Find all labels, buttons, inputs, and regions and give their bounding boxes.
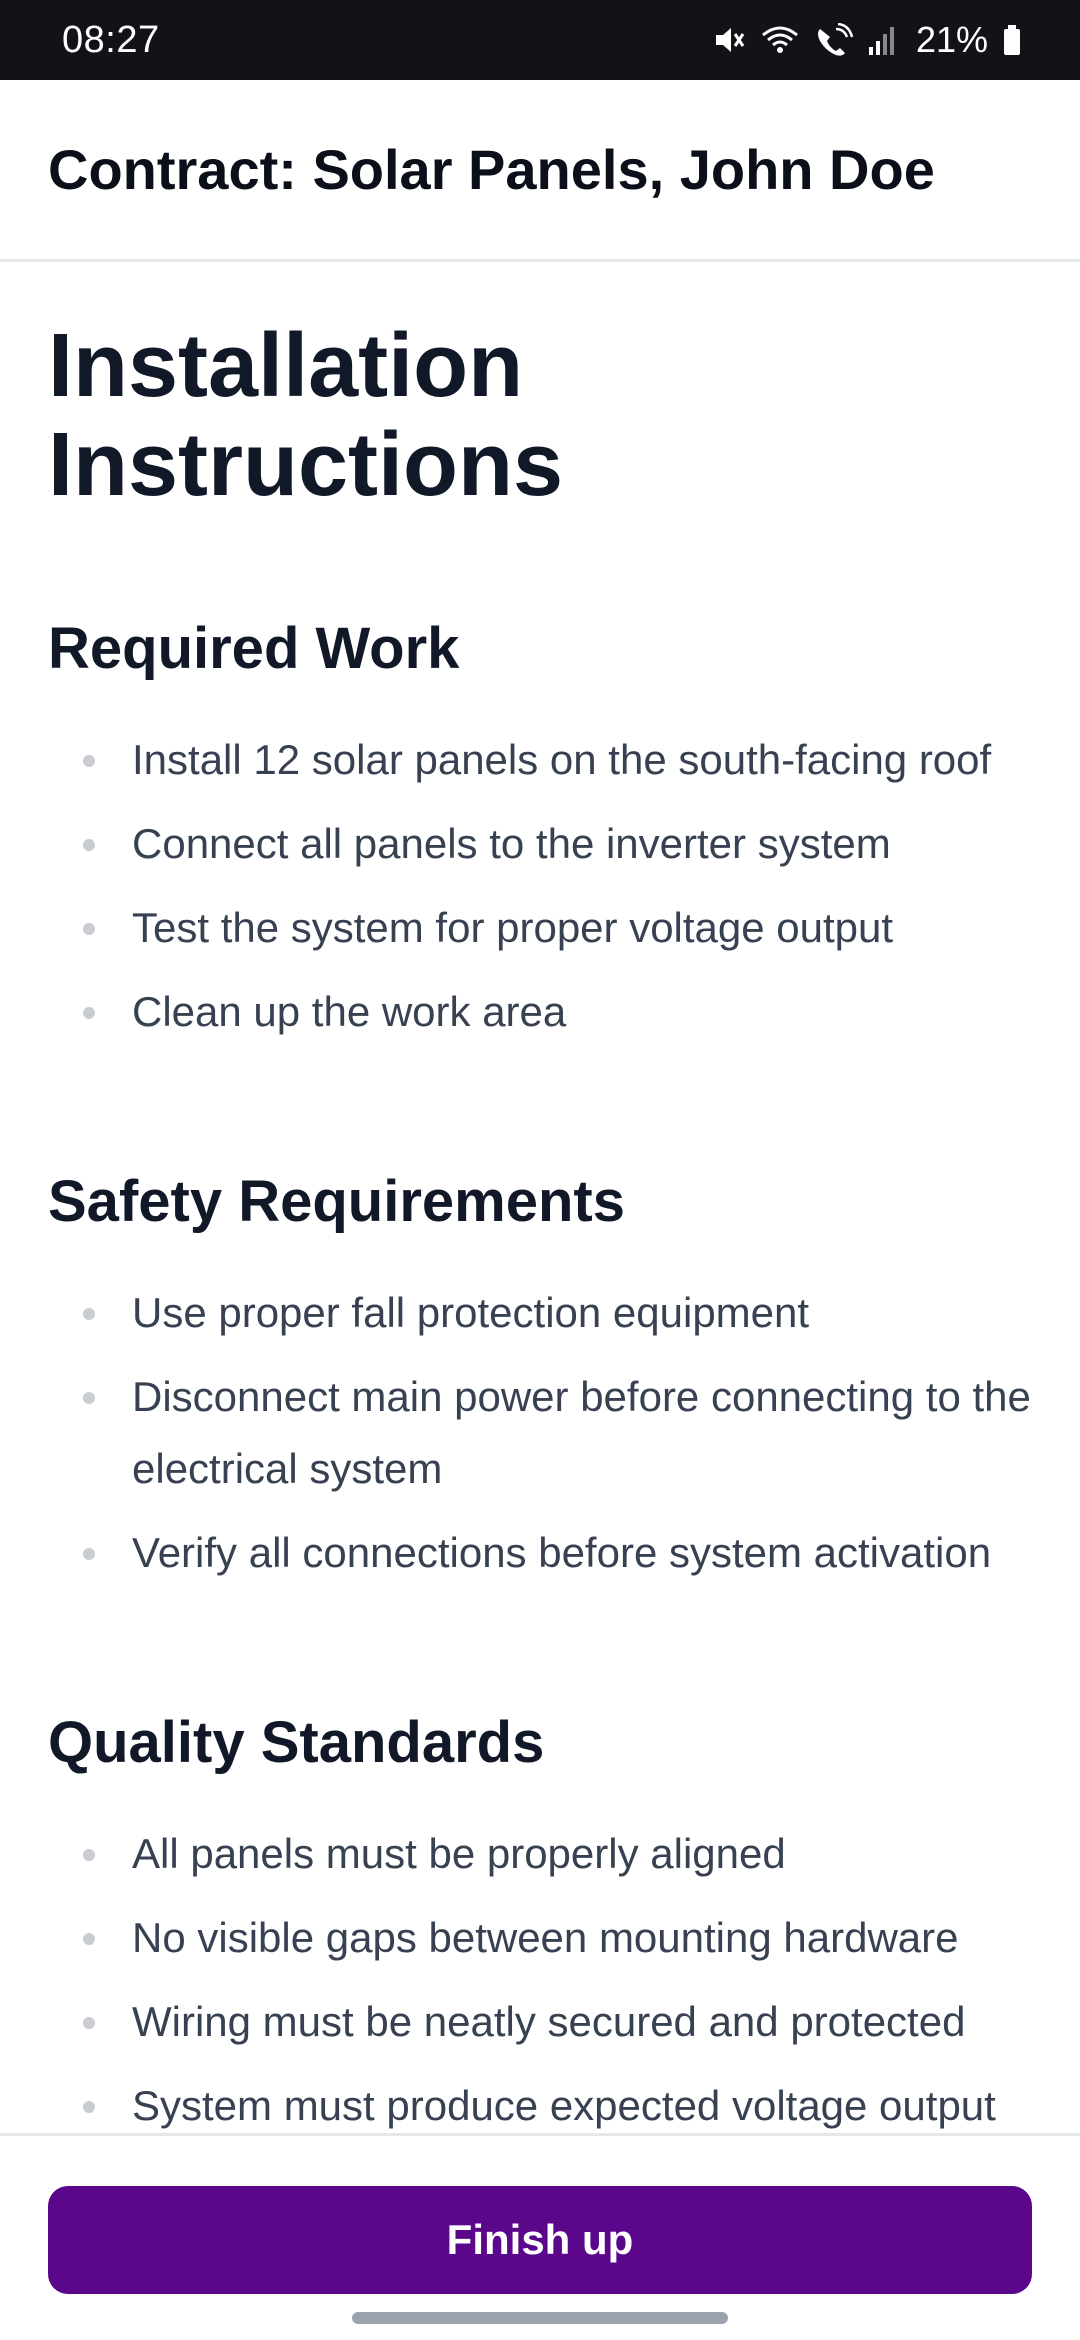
bullet-icon (83, 923, 95, 935)
wifi-call-icon (814, 23, 854, 57)
list-item: Connect all panels to the inverter syste… (48, 808, 1032, 880)
battery-percent: 21% (915, 19, 988, 60)
bullet-icon (83, 1933, 95, 1945)
list-item: Use proper fall protection equipment (48, 1277, 1032, 1349)
bullet-icon (83, 2017, 95, 2029)
list-item: Verify all connections before system act… (48, 1517, 1032, 1589)
home-indicator[interactable] (352, 2312, 728, 2324)
instructions-content[interactable]: Installation Instructions Required Work … (0, 265, 1080, 2133)
bullet-icon (83, 1007, 95, 1019)
list-item: Disconnect main power before connecting … (48, 1361, 1032, 1505)
section-heading-required-work: Required Work (48, 616, 460, 681)
status-icons: 21% (712, 19, 1022, 61)
bullet-icon (83, 1308, 95, 1320)
list-item: Install 12 solar panels on the south-fac… (48, 724, 1032, 796)
battery-icon (1002, 23, 1022, 57)
signal-icon (868, 23, 896, 57)
safety-requirements-list: Use proper fall protection equipment Dis… (48, 1277, 1032, 1589)
bullet-icon (83, 1548, 95, 1560)
status-time: 08:27 (62, 18, 160, 61)
mute-icon (712, 23, 746, 57)
list-item: System must produce expected voltage out… (48, 2070, 1032, 2133)
section-heading-safety-requirements: Safety Requirements (48, 1169, 625, 1234)
wifi-icon (760, 23, 800, 57)
bullet-icon (83, 839, 95, 851)
bullet-icon (83, 755, 95, 767)
section-heading-quality-standards: Quality Standards (48, 1710, 545, 1775)
finish-up-button[interactable]: Finish up (48, 2186, 1032, 2294)
quality-standards-list: All panels must be properly aligned No v… (48, 1818, 1032, 2133)
required-work-list: Install 12 solar panels on the south-fac… (48, 724, 1032, 1048)
page-title: Installation Instructions (48, 316, 564, 515)
list-item: All panels must be properly aligned (48, 1818, 1032, 1890)
bullet-icon (83, 2101, 95, 2113)
list-item: No visible gaps between mounting hardwar… (48, 1902, 1032, 1974)
status-bar: 08:27 21% (0, 0, 1080, 80)
bullet-icon (83, 1392, 95, 1404)
list-item: Wiring must be neatly secured and protec… (48, 1986, 1032, 2058)
bullet-icon (83, 1849, 95, 1861)
footer-bar: Finish up (0, 2133, 1080, 2340)
list-item: Test the system for proper voltage outpu… (48, 892, 1032, 964)
contract-title: Contract: Solar Panels, John Doe (48, 138, 935, 201)
list-item: Clean up the work area (48, 976, 1032, 1048)
app-header: Contract: Solar Panels, John Doe (0, 80, 1080, 262)
